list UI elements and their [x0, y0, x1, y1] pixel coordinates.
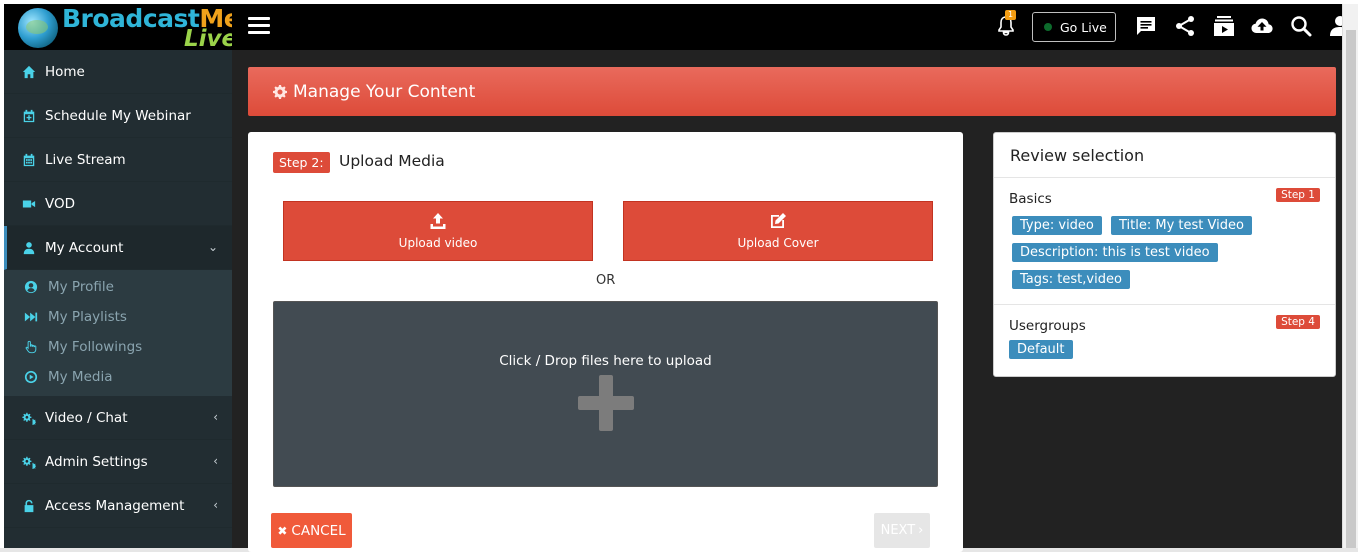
- lock-icon: [20, 498, 38, 514]
- upload-media-panel: Step 2: Upload Media Upload video Upload…: [248, 132, 963, 552]
- review-basics-section: Basics Step 1 Type: video Title: My test…: [994, 178, 1335, 305]
- cancel-button[interactable]: ✖ CANCEL: [271, 513, 352, 548]
- type-chip: Type: video: [1012, 216, 1102, 235]
- sidebar-item-live-stream[interactable]: Live Stream: [4, 138, 232, 182]
- globe-logo-icon: [18, 8, 58, 48]
- usergroups-label: Usergroups: [1009, 318, 1086, 334]
- step-badge: Step 2:: [273, 152, 330, 173]
- sidebar-menu-lower: Video / Chat ‹ Admin Settings ‹ Access M…: [4, 396, 232, 528]
- top-navbar: 1 Go Live: [232, 4, 1358, 50]
- next-label: NEXT: [880, 523, 916, 538]
- user-icon: [20, 240, 38, 256]
- submenu-item-my-playlists[interactable]: My Playlists: [4, 302, 232, 332]
- upload-video-label: Upload video: [398, 236, 478, 250]
- basics-step-badge[interactable]: Step 1: [1276, 188, 1320, 202]
- vertical-scrollbar[interactable]: [1342, 4, 1358, 550]
- submenu-label: My Playlists: [48, 309, 127, 325]
- cogs-icon: [20, 454, 38, 470]
- sidebar-menu: Home Schedule My Webinar Live Stream VOD…: [4, 50, 232, 270]
- home-icon: [20, 64, 38, 80]
- sidebar: BroadcastMe Live Home Schedule My Webina…: [4, 4, 232, 552]
- page-title: Manage Your Content: [293, 81, 476, 102]
- dropzone-text: Click / Drop files here to upload: [499, 353, 712, 369]
- my-account-submenu: My Profile My Playlists My Followings My…: [4, 270, 232, 396]
- fast-forward-icon: [22, 309, 40, 325]
- submenu-label: My Media: [48, 369, 113, 385]
- review-title: Review selection: [994, 133, 1335, 178]
- video-camera-icon: [20, 196, 38, 212]
- go-live-label: Go Live: [1060, 19, 1107, 35]
- edit-icon: [771, 213, 786, 228]
- upload-video-button[interactable]: Upload video: [283, 201, 593, 261]
- notification-badge: 1: [1005, 10, 1017, 20]
- file-dropzone[interactable]: Click / Drop files here to upload: [273, 301, 938, 487]
- upload-cover-label: Upload Cover: [737, 236, 819, 250]
- submenu-item-my-media[interactable]: My Media: [4, 362, 232, 392]
- sidebar-item-home[interactable]: Home: [4, 50, 232, 94]
- gear-icon: [273, 84, 287, 99]
- cancel-label: CANCEL: [291, 522, 346, 539]
- sidebar-item-label: Home: [45, 63, 85, 80]
- sidebar-item-admin-settings[interactable]: Admin Settings ‹: [4, 440, 232, 484]
- go-live-button[interactable]: Go Live: [1032, 12, 1116, 42]
- logo[interactable]: BroadcastMe Live: [4, 4, 232, 50]
- submenu-label: My Followings: [48, 339, 143, 355]
- notification-bell-icon[interactable]: 1: [994, 10, 1018, 38]
- sidebar-item-schedule-webinar[interactable]: Schedule My Webinar: [4, 94, 232, 138]
- search-icon[interactable]: [1289, 14, 1313, 38]
- user-circle-icon: [22, 279, 40, 295]
- usergroups-step-badge[interactable]: Step 4: [1276, 315, 1320, 329]
- chevron-left-icon: ‹: [213, 498, 218, 512]
- step-title: Upload Media: [339, 152, 445, 170]
- plus-icon: [578, 375, 634, 431]
- live-status-dot: [1044, 23, 1052, 31]
- sidebar-item-video-chat[interactable]: Video / Chat ‹: [4, 396, 232, 440]
- description-chip: Description: this is test video: [1012, 243, 1218, 262]
- logo-text-live: Live: [184, 26, 232, 50]
- sidebar-item-access-management[interactable]: Access Management ‹: [4, 484, 232, 528]
- calendar-icon: [20, 152, 38, 168]
- submenu-item-my-followings[interactable]: My Followings: [4, 332, 232, 362]
- chevron-right-icon: ›: [918, 523, 924, 538]
- submenu-item-my-profile[interactable]: My Profile: [4, 272, 232, 302]
- sidebar-item-label: Access Management: [45, 497, 185, 514]
- close-icon: ✖: [277, 523, 288, 538]
- media-library-icon[interactable]: [1212, 14, 1236, 38]
- next-button[interactable]: NEXT ›: [874, 513, 930, 548]
- share-icon[interactable]: [1173, 14, 1197, 38]
- calendar-plus-icon: [20, 108, 38, 124]
- sidebar-item-my-account[interactable]: My Account ⌄: [4, 226, 232, 270]
- submenu-label: My Profile: [48, 279, 114, 295]
- upload-icon: [430, 213, 446, 229]
- chevron-down-icon: ⌄: [207, 240, 218, 254]
- user-profile-icon[interactable]: [1328, 14, 1342, 38]
- sidebar-item-vod[interactable]: VOD: [4, 182, 232, 226]
- chat-icon[interactable]: [1134, 14, 1158, 38]
- tags-chip: Tags: test,video: [1012, 270, 1130, 289]
- cogs-icon: [20, 410, 38, 426]
- chevron-left-icon: ‹: [213, 410, 218, 424]
- review-selection-panel: Review selection Basics Step 1 Type: vid…: [993, 132, 1336, 377]
- or-divider: OR: [596, 273, 616, 288]
- page-header-banner: Manage Your Content: [248, 67, 1336, 116]
- chevron-left-icon: ‹: [213, 454, 218, 468]
- title-chip: Title: My test Video: [1111, 216, 1252, 235]
- review-usergroups-section: Usergroups Step 4 Default: [994, 305, 1335, 377]
- sidebar-item-label: Schedule My Webinar: [45, 107, 191, 124]
- scrollbar-thumb[interactable]: [1346, 30, 1356, 550]
- sidebar-item-label: Live Stream: [45, 151, 126, 168]
- hand-pointer-icon: [22, 339, 40, 355]
- play-circle-icon: [22, 369, 40, 385]
- basics-label: Basics: [1009, 191, 1052, 207]
- sidebar-item-label: Video / Chat: [45, 409, 128, 426]
- sidebar-item-label: Admin Settings: [45, 453, 148, 470]
- usergroup-chip: Default: [1009, 340, 1073, 359]
- cloud-upload-icon[interactable]: [1250, 14, 1274, 38]
- upload-cover-button[interactable]: Upload Cover: [623, 201, 933, 261]
- sidebar-item-label: VOD: [45, 195, 76, 212]
- sidebar-item-label: My Account: [45, 239, 124, 256]
- hamburger-menu-icon[interactable]: [248, 17, 270, 35]
